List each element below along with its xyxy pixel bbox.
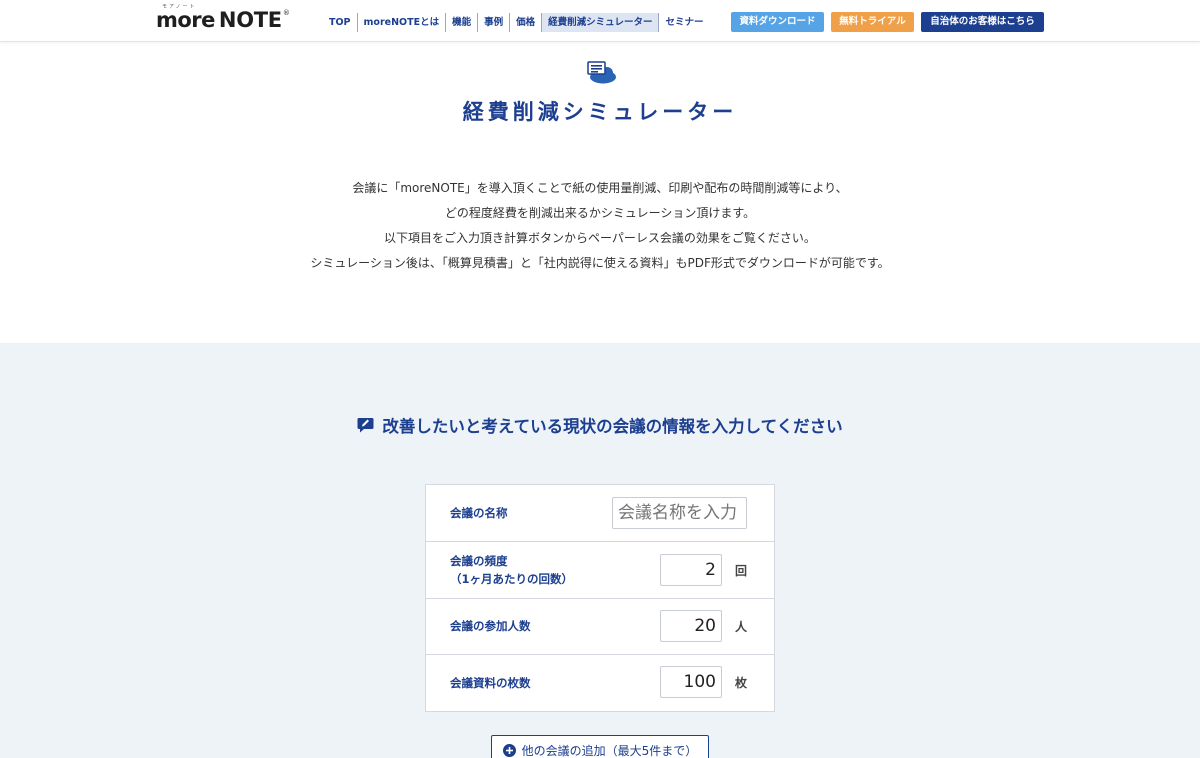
meeting-name-input[interactable] (612, 497, 747, 529)
participants-unit: 人 (735, 619, 748, 634)
form-row-name: 会議の名称 (426, 485, 774, 541)
page-title: 経費削減シミュレーター (462, 100, 738, 124)
meeting-participants-label-text: 会議の参加人数 (450, 619, 531, 634)
meeting-frequency-label-text: 会議の頻度 (450, 553, 508, 568)
nav-item-simulator[interactable]: 経費削減シミュレーター (541, 13, 659, 32)
government-customers-button[interactable]: 自治体のお客様はこちら (921, 12, 1044, 32)
intro-line: シミュレーション後は、「概算見積書」と「社内説得に使える資料」もPDF形式でダウ… (310, 256, 890, 270)
nav-item-top[interactable]: TOP (323, 13, 357, 32)
plus-circle-icon (502, 743, 516, 757)
form-row-participants: 会議の参加人数 人 (426, 597, 774, 655)
meeting-name-label: 会議の名称 (450, 485, 508, 541)
meeting-participants-input[interactable] (660, 609, 722, 642)
section-heading: 改善したいと考えている現状の会議の情報を入力してください (0, 413, 1200, 437)
add-meeting-label: 他の会議の追加（最大5件まで） (521, 743, 698, 758)
meeting-form: 会議の名称 会議の頻度 （1ヶ月あたりの回数） 回 会議の参加人数 人 会議資料… (425, 484, 775, 712)
meeting-frequency-input[interactable] (660, 554, 722, 586)
meeting-info-section: 改善したいと考えている現状の会議の情報を入力してください 会議の名称 会議の頻度… (0, 343, 1200, 758)
logo[interactable]: モアノート more NOTE ® (156, 4, 290, 34)
logo-brand: more (156, 8, 215, 32)
main-nav: TOP moreNOTEとは 機能 事例 価格 経費削減シミュレーター セミナー (323, 13, 709, 32)
free-trial-button[interactable]: 無料トライアル (831, 12, 914, 32)
edit-icon (357, 418, 374, 433)
add-meeting-button[interactable]: 他の会議の追加（最大5件まで） (491, 735, 709, 758)
section-heading-text: 改善したいと考えている現状の会議の情報を入力してください (382, 417, 843, 436)
nav-item-cases[interactable]: 事例 (477, 13, 509, 32)
logo-tagline: モアノート (162, 4, 197, 10)
intro-line: 会議に「moreNOTE」を導入頂くことで紙の使用量削減、印刷や配布の時間削減等… (352, 181, 848, 195)
meeting-pages-label-text: 会議資料の枚数 (450, 675, 531, 690)
pages-unit: 枚 (735, 676, 748, 690)
nav-item-features[interactable]: 機能 (445, 13, 477, 32)
logo-product: NOTE (218, 8, 282, 32)
meeting-name-label-text: 会議の名称 (450, 506, 508, 520)
download-materials-button[interactable]: 資料ダウンロード (731, 12, 824, 32)
intro-line: どの程度経費を削減出来るかシミュレーション頂けます。 (444, 206, 756, 220)
nav-item-seminar[interactable]: セミナー (658, 13, 709, 32)
meeting-participants-label: 会議の参加人数 (450, 599, 531, 655)
logo-registered-mark: ® (282, 9, 290, 17)
intro-text: 会議に「moreNOTE」を導入頂くことで紙の使用量削減、印刷や配布の時間削減等… (0, 176, 1200, 276)
meeting-frequency-sublabel: （1ヶ月あたりの回数） (450, 571, 574, 586)
nav-item-pricing[interactable]: 価格 (509, 13, 541, 32)
nav-item-about[interactable]: moreNOTEとは (356, 13, 446, 32)
document-cloud-icon (587, 61, 616, 84)
frequency-unit: 回 (735, 564, 748, 578)
form-row-frequency: 会議の頻度 （1ヶ月あたりの回数） 回 (426, 541, 774, 598)
meeting-pages-input[interactable] (660, 666, 722, 698)
intro-line: 以下項目をご入力頂き計算ボタンからペーパーレス会議の効果をご覧ください。 (384, 231, 816, 245)
form-row-pages: 会議資料の枚数 枚 (426, 654, 774, 711)
meeting-pages-label: 会議資料の枚数 (450, 655, 531, 711)
meeting-frequency-label: 会議の頻度 （1ヶ月あたりの回数） (450, 542, 573, 598)
site-header: モアノート more NOTE ® TOP moreNOTEとは 機能 事例 価… (0, 0, 1200, 42)
